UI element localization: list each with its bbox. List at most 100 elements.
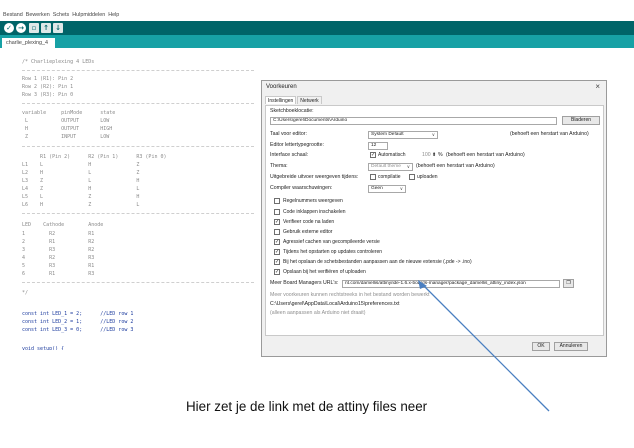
menu-bestand[interactable]: Bestand [3,10,23,20]
scale-unit: % [438,152,443,158]
verify-icon[interactable]: ✓ [4,23,14,33]
theme-label: Thema: [270,163,288,169]
option-label: Opslaan bij het verifiëren of uploaden [283,269,366,275]
upload-label: uploaden [417,174,438,180]
tab-sketch[interactable]: charlie_plexing_4 [2,38,55,48]
theme-note: (behoeft een herstart van Arduino) [416,163,495,169]
verbose-label: Uitgebreide uitvoer weergeven tijdens: [270,174,359,180]
sketchbook-label: Sketchboeklocatie: [270,108,314,114]
option-checkbox[interactable] [274,209,280,215]
sketchbook-path-input[interactable]: C:\Users\gerel\Documents\Arduino [270,117,557,125]
font-size-input[interactable]: 12 [368,142,388,150]
code-line: */ [22,290,29,296]
option-label: Bij het opslaan de schetsbestanden aanpa… [283,259,472,265]
restart-note: (behoeft een herstart van Arduino) [510,131,589,137]
menu-bar: Bestand Bewerken Schets Hulpmiddelen Hel… [0,10,634,20]
code-line: L3 Z L H [22,178,140,184]
code-line: 6 R1 R3 [22,271,95,277]
menu-bewerken[interactable]: Bewerken [26,10,50,20]
divider [22,146,254,147]
option-checkbox[interactable]: ✓ [274,219,280,225]
option-checkbox[interactable]: ✓ [274,239,280,245]
compile-checkbox[interactable] [370,174,376,180]
tab-bar: charlie_plexing_4 [0,35,634,48]
option-label: Regelnummers weergeven [283,198,343,204]
upload-icon[interactable]: → [16,23,26,33]
option-checkbox[interactable]: ✓ [274,259,280,265]
code-line: const int LED_3 = 0; //LED row 3 [22,327,134,333]
new-icon[interactable]: ▫ [29,23,39,33]
option-label: Gebruik externe editor [283,229,333,235]
code-line: const int LED_1 = 2; //LED row 1 [22,311,134,317]
code-line: L4 Z H L [22,186,140,192]
scale-value[interactable]: 100 [422,152,431,159]
menu-hulpmiddelen[interactable]: Hulpmiddelen [72,10,105,20]
board-urls-input[interactable]: nt.com/damellis/attiny/ide-1.6.x-boards-… [342,280,560,288]
divider [22,103,254,104]
editor-language-select[interactable]: System Default [368,131,438,139]
code-line: Row 1 (R1): Pin 2 [22,76,74,82]
open-icon[interactable]: ↑ [41,23,51,33]
annotation-text: Hier zet je de link met de attiny files … [186,399,428,414]
divider [22,213,254,214]
option-label: Agressief cachen van gecompileerde versi… [283,239,380,245]
automatic-checkbox[interactable]: ✓ [370,152,376,158]
font-size-label: Editor lettertypegrootte: [270,142,324,148]
divider [22,282,254,283]
close-icon[interactable]: × [595,82,600,91]
toolbar: ✓ → ▫ ↑ ↓ [0,21,634,35]
code-line: 1 R2 R1 [22,231,95,237]
dialog-tabs: Instellingen Netwerk [265,96,323,104]
code-line: 5 R3 R1 [22,263,95,269]
option-checkbox[interactable] [274,229,280,235]
warnings-label: Compiler waarschuwingen: [270,185,333,191]
code-line: L1 L H Z [22,162,140,168]
code-line: Row 2 (R2): Pin 1 [22,84,74,90]
settings-panel: Sketchboeklocatie: C:\Users\gerel\Docume… [265,105,604,336]
compile-label: compilatie [378,174,401,180]
code-line: L6 H Z L [22,202,140,208]
option-checkbox[interactable] [274,198,280,204]
code-line: Z INPUT LOW [22,134,110,140]
automatic-label: Automatisch [378,152,406,158]
upload-checkbox[interactable] [409,174,415,180]
tab-netwerk[interactable]: Netwerk [297,96,322,104]
menu-schets[interactable]: Schets [53,10,69,20]
board-urls-label: Meer Board Managers URL's: [270,280,339,286]
code-line: R1 (Pin 2) R2 (Pin 1) R3 (Pin 0) [22,154,167,160]
ok-button[interactable]: OK [532,342,550,351]
tab-instellingen[interactable]: Instellingen [265,96,297,104]
cancel-button[interactable]: Annuleren [554,342,588,351]
code-editor[interactable]: /* Charlieplexing 4 LEDs Row 1 (R1): Pin… [0,50,260,375]
edit-warning: (alleen aanpassen als Arduino niet draai… [270,310,366,316]
browse-button[interactable]: Bladeren [562,116,600,125]
code-line: Row 3 (R3): Pin 0 [22,92,74,98]
code-line: 2 R1 R2 [22,239,95,245]
scale-note: (behoeft een herstart van Arduino) [446,152,525,158]
interface-scale-label: Interface schaal: [270,152,309,158]
edit-hint: Meer voorkeuren kunnen rechtstreeks in h… [270,292,430,298]
editor-language-label: Taal voor editor: [270,131,307,137]
divider [22,70,254,71]
code-line: void setup() { [22,346,65,350]
code-line: LED Cathode Anode [22,222,104,228]
option-label: Code inklappen inschakelen [283,209,346,215]
code-line: /* Charlieplexing 4 LEDs [22,59,95,65]
code-line: L OUTPUT LOW [22,118,110,124]
warnings-select[interactable]: Geen [368,185,406,193]
code-line: L5 L Z H [22,194,140,200]
option-checkbox[interactable]: ✓ [274,249,280,255]
save-icon[interactable]: ↓ [53,23,63,33]
preferences-path[interactable]: C:\Users\gerel\AppData\Local\Arduino15\p… [270,301,399,308]
dialog-title: Voorkeuren [266,84,297,90]
option-checkbox[interactable]: ✓ [274,269,280,275]
option-label: Verifieer code na laden [283,219,335,225]
preferences-dialog: Voorkeuren × Instellingen Netwerk Sketch… [261,80,607,357]
code-line: const int LED_2 = 1; //LED row 2 [22,319,134,325]
code-line: 3 R3 R2 [22,247,95,253]
code-line: L2 H L Z [22,170,140,176]
scale-spinner-icon[interactable]: ⬍ [432,152,436,159]
menu-help[interactable]: Help [108,10,119,20]
board-urls-edit-icon[interactable]: ❐ [563,279,574,288]
theme-select[interactable]: Default theme [368,163,413,171]
